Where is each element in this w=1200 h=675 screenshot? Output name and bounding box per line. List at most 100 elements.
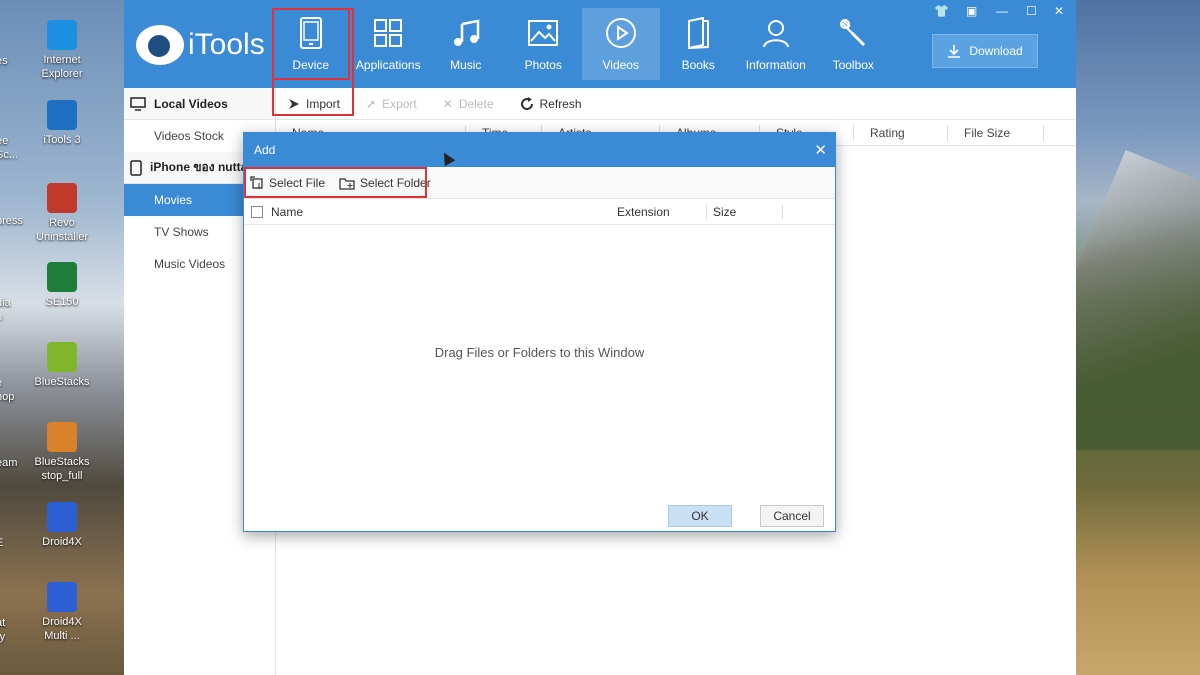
sidebar-local-header[interactable]: Local Videos xyxy=(124,88,275,120)
itools-logo-icon xyxy=(136,25,184,65)
add-dialog: Add ✕ Select File Select Folder Name Ext… xyxy=(243,132,836,532)
desktop-icon[interactable]: Internet Explorer xyxy=(22,20,102,81)
column-rating[interactable]: Rating xyxy=(854,124,948,141)
column-file-size[interactable]: File Size xyxy=(948,124,1044,141)
dialog-list-header: Name Extension Size xyxy=(244,199,835,225)
toolbar: Import ➚ Export ✕ Delete Refresh xyxy=(276,88,1076,120)
device-icon xyxy=(294,16,328,50)
desktop-icon-partial-label: E xyxy=(0,536,26,550)
select-file-icon xyxy=(250,175,263,189)
nav-device-label: Device xyxy=(292,58,330,72)
desktop-icon-label: Droid4X xyxy=(42,536,82,548)
nav-information-label: Information xyxy=(745,58,806,72)
desktop-icon[interactable]: Droid4X Multi ... xyxy=(22,582,102,643)
nav-device[interactable]: Device xyxy=(272,8,350,80)
applications-icon xyxy=(371,16,405,50)
desktop-icon-partial-label: press xyxy=(0,215,23,227)
delete-icon: ✕ xyxy=(442,96,453,111)
nav-toolbox[interactable]: Toolbox xyxy=(815,8,893,80)
desktop-app-icon xyxy=(47,183,77,213)
nav-books-label: Books xyxy=(681,58,715,72)
select-folder-label: Select Folder xyxy=(360,175,431,190)
menu-icon[interactable]: ▣ xyxy=(966,4,977,18)
desktop-app-icon xyxy=(47,342,77,372)
desktop-icon-label: Droid4X Multi ... xyxy=(42,616,82,642)
maximize-icon[interactable]: ☐ xyxy=(1026,4,1037,18)
nav-applications[interactable]: Applications xyxy=(350,8,428,80)
desktop-icon-partial-label: ee Sc... xyxy=(0,135,19,161)
desktop-icon[interactable]: iTools 3 xyxy=(22,100,102,147)
dialog-footer: OK Cancel xyxy=(244,499,835,531)
select-folder-button[interactable]: Select Folder xyxy=(339,176,431,190)
import-button[interactable]: Import xyxy=(282,90,346,118)
dialog-title-bar: Add ✕ xyxy=(244,133,835,167)
monitor-icon xyxy=(130,96,146,111)
desktop-icon[interactable]: BlueStacks stop_full xyxy=(22,422,102,483)
main-nav: Device Applications Music Photos Videos … xyxy=(272,8,892,80)
dialog-title: Add xyxy=(254,143,276,157)
select-file-button[interactable]: Select File xyxy=(250,176,325,190)
desktop-icon-label: iTools 3 xyxy=(43,134,81,146)
delete-button[interactable]: ✕ Delete xyxy=(437,90,500,118)
desktop-icon-label: BlueStacks xyxy=(34,376,90,388)
import-label: Import xyxy=(306,96,341,111)
select-all-checkbox[interactable] xyxy=(251,205,263,218)
dialog-column-size[interactable]: Size xyxy=(707,204,783,219)
export-icon: ➚ xyxy=(366,96,377,111)
desktop-icon[interactable]: SE150 xyxy=(22,262,102,309)
nav-music-label: Music xyxy=(450,58,482,72)
nav-music[interactable]: Music xyxy=(427,8,505,80)
nav-photos-label: Photos xyxy=(524,58,562,72)
phone-icon xyxy=(130,159,142,176)
dialog-column-name[interactable]: Name xyxy=(271,205,617,219)
download-icon xyxy=(948,45,961,58)
desktop-icon[interactable]: BlueStacks xyxy=(22,342,102,389)
desktop-icon-label: SE150 xyxy=(45,296,79,308)
itools-logo: iTools xyxy=(136,22,265,68)
nav-photos[interactable]: Photos xyxy=(505,8,583,80)
refresh-icon xyxy=(520,96,533,110)
information-icon xyxy=(759,16,793,50)
app-name: iTools xyxy=(188,28,265,61)
sidebar-device-label: iPhone ของ nutta xyxy=(150,160,248,174)
desktop-app-icon xyxy=(47,20,77,50)
videos-icon xyxy=(604,16,638,50)
desktop-icon[interactable]: Revo Uninstaller xyxy=(22,183,102,244)
sidebar-local-label: Local Videos xyxy=(154,96,228,111)
desktop-app-icon xyxy=(47,100,77,130)
desktop-icon-partial-label: at ry xyxy=(0,617,6,643)
ok-button[interactable]: OK xyxy=(668,505,732,527)
export-button[interactable]: ➚ Export xyxy=(360,90,423,118)
dialog-toolbar: Select File Select Folder xyxy=(244,167,835,199)
desktop-icon[interactable]: Droid4X xyxy=(22,502,102,549)
dialog-column-extension[interactable]: Extension xyxy=(617,204,707,219)
download-label: Download xyxy=(969,44,1023,58)
refresh-button[interactable]: Refresh xyxy=(514,90,588,118)
desktop-app-icon xyxy=(47,262,77,292)
nav-toolbox-label: Toolbox xyxy=(832,58,874,72)
cancel-button[interactable]: Cancel xyxy=(760,505,824,527)
desktop-app-icon xyxy=(47,502,77,532)
books-icon xyxy=(681,16,715,50)
desktop-icon-label: Revo Uninstaller xyxy=(36,217,88,243)
desktop-app-icon xyxy=(47,582,77,612)
desktop-app-icon xyxy=(47,422,77,452)
desktop-icon-partial-label: dia n xyxy=(0,297,11,323)
minimize-icon[interactable]: — xyxy=(996,4,1008,18)
desktop-icon-partial-label: es xyxy=(0,55,8,67)
skin-icon[interactable]: 👕 xyxy=(934,4,949,18)
desktop-icon-partial-label: e hop xyxy=(0,377,15,403)
music-icon xyxy=(449,16,483,50)
nav-videos[interactable]: Videos xyxy=(582,8,660,80)
refresh-label: Refresh xyxy=(539,96,582,111)
dialog-close-icon[interactable]: ✕ xyxy=(814,141,827,159)
nav-books[interactable]: Books xyxy=(660,8,738,80)
drop-zone[interactable]: Drag Files or Folders to this Window xyxy=(244,225,835,499)
import-icon xyxy=(289,98,299,109)
close-icon[interactable]: ✕ xyxy=(1054,4,1064,18)
photos-icon xyxy=(526,16,560,50)
desktop-icon-partial-label: eam xyxy=(0,457,18,469)
download-button[interactable]: Download xyxy=(932,34,1038,68)
delete-label: Delete xyxy=(458,96,494,111)
nav-information[interactable]: Information xyxy=(737,8,815,80)
